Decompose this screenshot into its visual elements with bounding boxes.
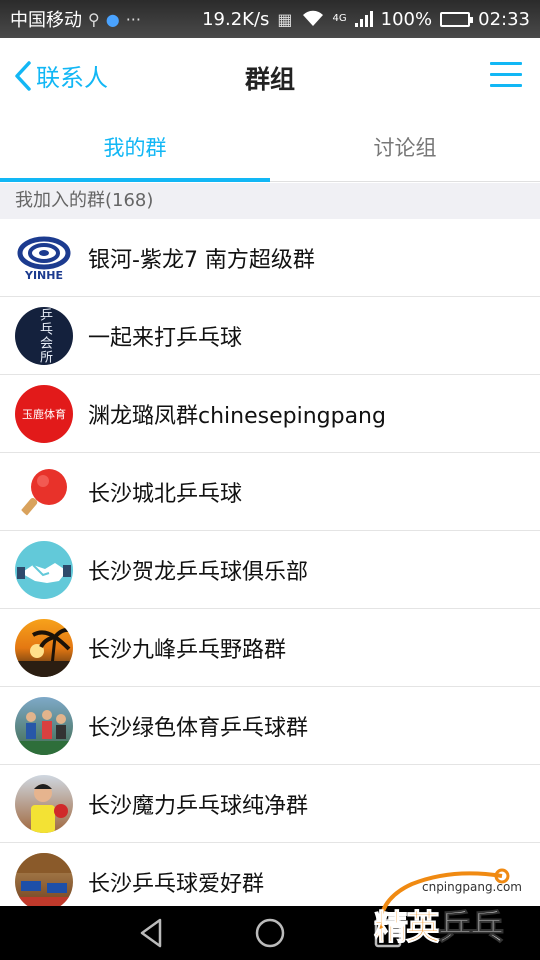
avatar: 玉鹿体育 <box>15 384 73 443</box>
chevron-left-icon <box>15 60 31 91</box>
group-name: 长沙乒乓球爱好群 <box>88 871 265 897</box>
group-name: 银河-紫龙7 南方超级群 <box>88 247 315 273</box>
avatar <box>15 696 73 755</box>
group-name: 一起来打乒乓球 <box>88 325 243 351</box>
vibrate-icon: ▦ <box>277 9 293 29</box>
avatar <box>15 462 73 521</box>
list-item[interactable]: YINHE 银河-紫龙7 南方超级群 <box>0 219 540 297</box>
avatar <box>15 774 73 833</box>
recent-apps-icon[interactable] <box>370 916 406 950</box>
search-icon: ⚲ <box>88 9 100 29</box>
wifi-icon <box>302 10 323 26</box>
navigation-bar <box>0 906 540 960</box>
menu-icon <box>490 62 522 65</box>
avatar-text: 玉鹿体育 <box>22 407 66 421</box>
list-item[interactable]: 乒乓会所 一起来打乒乓球 <box>0 297 540 375</box>
list-item[interactable]: 长沙魔力乒乓球纯净群 <box>0 765 540 843</box>
battery-percent: 100% <box>380 8 433 30</box>
tab-bar: 我的群 讨论组 <box>0 114 540 182</box>
back-button[interactable]: 联系人 <box>12 58 108 93</box>
signal-icon <box>354 11 373 27</box>
group-name: 长沙魔力乒乓球纯净群 <box>88 793 309 819</box>
avatar-text: 乒乓会所 <box>37 307 52 364</box>
clock: 02:33 <box>478 8 530 30</box>
group-name: 长沙九峰乒乓野路群 <box>88 637 287 663</box>
home-icon[interactable] <box>252 916 288 950</box>
paddle-icon <box>20 468 67 516</box>
group-list: YINHE 银河-紫龙7 南方超级群 乒乓会所 一起来打乒乓球 玉鹿体育 渊龙璐… <box>0 219 540 921</box>
yinhe-logo-icon: YINHE <box>17 236 71 282</box>
carrier-label: 中国移动 <box>10 10 82 31</box>
sunset-palm-image <box>15 627 73 677</box>
hall-photo-image <box>15 852 73 911</box>
players-photo-image <box>15 709 73 755</box>
group-name: 渊龙璐凤群chinesepingpang <box>88 403 386 429</box>
group-name: 长沙绿色体育乒乓球群 <box>88 715 309 741</box>
network-speed: 19.2K/s <box>202 8 270 30</box>
list-item[interactable]: 玉鹿体育 渊龙璐凤群chinesepingpang <box>0 375 540 453</box>
list-item[interactable]: 长沙绿色体育乒乓球群 <box>0 687 540 765</box>
menu-button[interactable] <box>490 62 522 88</box>
menu-icon-bar <box>490 73 522 76</box>
avatar: YINHE <box>15 228 73 287</box>
list-item[interactable]: 长沙九峰乒乓野路群 <box>0 609 540 687</box>
menu-icon-bar <box>490 84 522 87</box>
tab-discussion-groups[interactable]: 讨论组 <box>270 114 540 181</box>
avatar <box>15 540 73 599</box>
svg-text:YINHE: YINHE <box>24 269 63 282</box>
player-photo-image <box>31 783 68 833</box>
app-icon: ● <box>105 9 120 29</box>
avatar <box>15 618 73 677</box>
more-icon: ··· <box>125 9 141 29</box>
back-label: 联系人 <box>36 64 108 92</box>
avatar: 乒乓会所 <box>15 306 73 365</box>
group-name: 长沙城北乒乓球 <box>88 481 243 507</box>
tab-my-groups[interactable]: 我的群 <box>0 114 270 182</box>
avatar <box>15 852 73 911</box>
back-icon[interactable] <box>134 916 170 950</box>
group-name: 长沙贺龙乒乓球俱乐部 <box>88 559 309 585</box>
section-header: 我加入的群(168) <box>0 183 540 219</box>
status-bar: 中国移动 ⚲ ● ··· 19.2K/s ▦ 4G 100% 02:33 <box>0 0 540 38</box>
app-header: 联系人 群组 <box>0 38 540 114</box>
handshake-icon <box>17 562 71 583</box>
battery-icon <box>440 11 474 27</box>
list-item[interactable]: 长沙贺龙乒乓球俱乐部 <box>0 531 540 609</box>
list-item[interactable]: 长沙城北乒乓球 <box>0 453 540 531</box>
network-type: 4G <box>332 12 347 24</box>
